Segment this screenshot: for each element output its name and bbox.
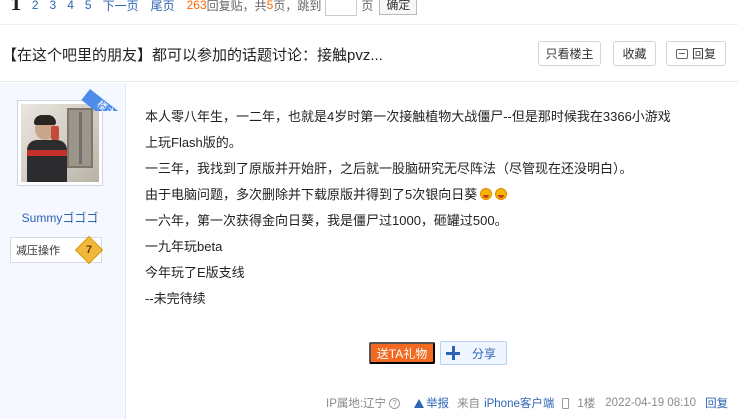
post-time: 2022-04-19 08:10	[605, 397, 697, 409]
author-username[interactable]: Summyゴゴゴ	[0, 209, 120, 226]
post-line: 本人零八年生，一二年，也就是4岁时第一次接触植物大战僵尸--但是那时候我在336…	[145, 109, 671, 124]
post-content: 本人零八年生，一二年，也就是4岁时第一次接触植物大战僵尸--但是那时候我在336…	[145, 104, 735, 312]
post-line-with-emoji: 由于电脑问题，多次删除并下载原版并得到了5次银向日葵	[145, 182, 735, 208]
reply-button[interactable]: 回复	[666, 41, 726, 66]
from-label: 来自	[457, 398, 481, 410]
jump-page-input[interactable]	[325, 0, 358, 16]
send-gift-button[interactable]: 送TA礼物	[369, 342, 435, 364]
post-line: 一九年玩beta	[145, 239, 223, 254]
post-line: 一三年，我找到了原版并开始肝，之后就一股脑研究无尽阵法（尽管现在还没明白）。	[145, 161, 633, 176]
post-line: 今年玩了E版支线	[145, 265, 245, 280]
only-op-button[interactable]: 只看楼主	[538, 41, 601, 66]
laughing-emoji-icon	[495, 188, 508, 200]
reply-count-suffix: 回复贴，共	[206, 0, 267, 13]
user-photo-avatar-icon	[21, 104, 99, 182]
op-ribbon-label: 楼主	[81, 89, 126, 111]
report-label: 举报	[426, 398, 450, 410]
thread-title-bar: 【在这个吧里的朋友】都可以参加的话题讨论：接触pvz... 只看楼主 收藏 回复	[0, 24, 738, 82]
post-line: 由于电脑问题，多次删除并下载原版并得到了5次银向日葵	[145, 187, 478, 202]
pager-page-4[interactable]: 4	[67, 0, 74, 12]
pager-page-5[interactable]: 5	[85, 0, 92, 12]
tail-reply-link[interactable]: 回复	[705, 395, 728, 411]
report-link[interactable]: 举报	[414, 395, 449, 411]
pager-current-page: 1	[10, 0, 22, 15]
laughing-emoji-icon	[480, 188, 493, 200]
total-pages-suffix: 页，跳到	[273, 0, 322, 13]
level-title: 减压操作	[16, 245, 60, 257]
share-button[interactable]: 分享	[440, 341, 507, 365]
favorite-button[interactable]: 收藏	[613, 41, 656, 66]
comment-icon	[675, 48, 688, 59]
thread-title: 【在这个吧里的朋友】都可以参加的话题讨论：接触pvz...	[2, 47, 383, 64]
phone-icon	[562, 397, 570, 409]
client-link[interactable]: iPhone客户端	[484, 395, 554, 411]
op-ribbon: 楼主	[76, 83, 126, 111]
pager-bar: 1 2 3 4 5 下一页 尾页 263 回复贴，共 5 页，跳到 页 确定	[0, 0, 738, 17]
post-line: 上玩Flash版的。	[145, 135, 242, 150]
author-sidebar: Summyゴゴゴ 减压操作 7	[0, 83, 126, 419]
level-badge-box[interactable]: 减压操作 7	[10, 235, 104, 265]
jump-confirm-button[interactable]: 确定	[379, 0, 418, 15]
reply-count: 263	[186, 0, 207, 12]
pager-page-3[interactable]: 3	[50, 0, 57, 12]
post-line: 一六年，第一次获得金向日葵，我是僵尸过1000，砸罐过500。	[145, 213, 508, 228]
level-number: 7	[85, 244, 93, 256]
total-pages: 5	[266, 0, 274, 12]
pager-next-link[interactable]: 下一页	[103, 0, 139, 14]
pager-page-2[interactable]: 2	[32, 0, 39, 12]
floor-number: 1楼	[577, 398, 596, 410]
share-plus-icon	[446, 346, 460, 360]
pager-last-link[interactable]: 尾页	[151, 0, 175, 14]
post-tail: IP属地:辽宁 ? 举报 来自 iPhone客户端 1楼 2022-04-19 …	[326, 395, 728, 411]
avatar[interactable]	[17, 100, 103, 186]
post-line: --未完待续	[145, 291, 206, 306]
page-unit-label: 页	[361, 0, 374, 13]
warning-icon	[414, 398, 425, 408]
ip-location: IP属地:辽宁	[326, 398, 387, 410]
share-button-label: 分享	[472, 346, 497, 361]
help-icon[interactable]: ?	[389, 397, 401, 409]
reply-button-label: 回复	[691, 47, 716, 61]
